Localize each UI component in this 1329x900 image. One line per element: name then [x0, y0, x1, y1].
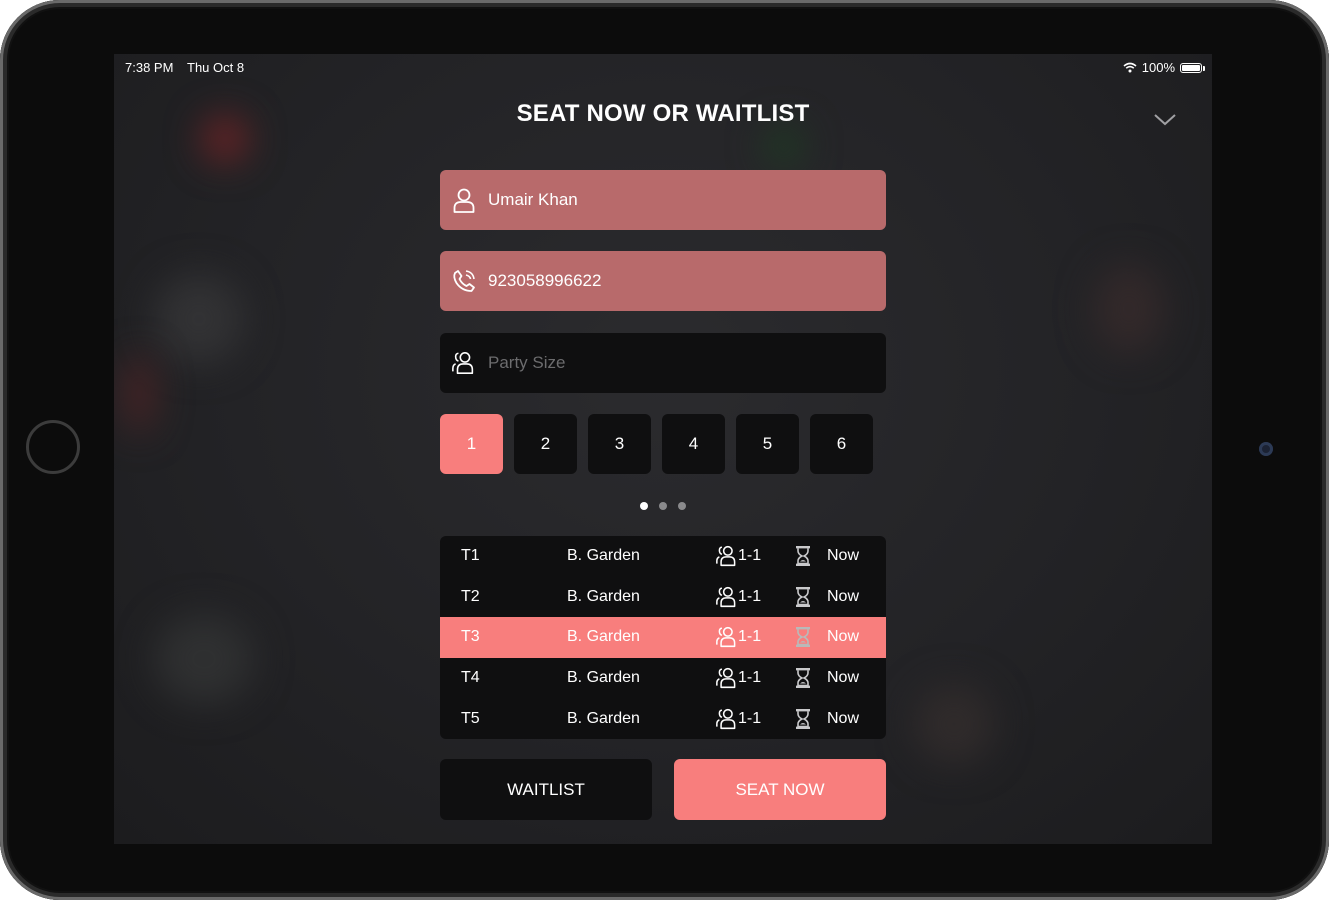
table-wait-time: Now — [827, 587, 860, 605]
page-title: SEAT NOW OR WAITLIST — [516, 100, 810, 127]
background-blur — [764, 126, 804, 166]
camera-icon — [1259, 442, 1273, 456]
page-indicator — [640, 502, 686, 510]
hourglass-icon — [794, 577, 812, 618]
background-blur — [914, 684, 994, 764]
table-party-range: 1-1 — [738, 547, 762, 565]
table-wait-time: Now — [827, 547, 860, 565]
table-id: T2 — [461, 587, 480, 605]
table-id: T5 — [461, 709, 480, 727]
group-icon — [715, 658, 739, 699]
table-party-range: 1-1 — [738, 669, 762, 687]
waitlist-button[interactable]: WAITLIST — [440, 759, 652, 820]
background-blur — [154, 274, 244, 364]
party-size-option-3[interactable]: 3 — [588, 414, 651, 474]
table-id: T4 — [461, 669, 480, 687]
party-size-placeholder: Party Size — [488, 353, 566, 372]
table-row[interactable]: T3 B. Garden 1-1 Now — [440, 617, 886, 658]
phone-field[interactable]: 923058996622 — [440, 251, 886, 311]
home-button[interactable] — [26, 420, 80, 474]
party-size-option-2[interactable]: 2 — [514, 414, 577, 474]
chevron-down-icon[interactable] — [1152, 110, 1178, 128]
table-row[interactable]: T1 B. Garden 1-1 Now — [440, 536, 886, 577]
party-size-option-6[interactable]: 6 — [810, 414, 873, 474]
status-right: 100% — [1123, 60, 1205, 75]
table-wait-time: Now — [827, 709, 860, 727]
table-wait-time: Now — [827, 669, 860, 687]
status-date: Thu Oct 8 — [187, 60, 245, 75]
page-dot[interactable] — [659, 502, 667, 510]
table-list: T1 B. Garden 1-1 Now T2 B. Garden 1-1 Now T3 B. G… — [440, 536, 886, 739]
hourglass-icon — [794, 658, 812, 699]
page-dot[interactable] — [678, 502, 686, 510]
hourglass-icon — [794, 536, 812, 577]
group-icon — [715, 577, 739, 618]
table-section: B. Garden — [567, 628, 640, 646]
table-section: B. Garden — [567, 709, 640, 727]
seat-now-button[interactable]: SEAT NOW — [674, 759, 886, 820]
ipad-frame: 7:38 PM Thu Oct 8 100% SEAT NOW OR WAITL… — [0, 0, 1329, 900]
group-icon — [715, 536, 739, 577]
status-time: 7:38 PM — [125, 60, 174, 75]
background-blur — [124, 354, 154, 434]
table-row[interactable]: T5 B. Garden 1-1 Now — [440, 698, 886, 739]
party-size-option-1[interactable]: 1 — [440, 414, 503, 474]
table-party-range: 1-1 — [738, 709, 762, 727]
group-icon — [715, 698, 739, 739]
table-party-range: 1-1 — [738, 628, 762, 646]
hourglass-icon — [794, 698, 812, 739]
party-size-option-4[interactable]: 4 — [662, 414, 725, 474]
hourglass-icon — [794, 617, 812, 658]
table-party-range: 1-1 — [738, 587, 762, 605]
group-icon — [715, 617, 739, 658]
status-bar: 7:38 PM Thu Oct 8 100% — [125, 60, 1205, 76]
person-icon — [451, 186, 477, 214]
battery-percent: 100% — [1141, 60, 1175, 75]
group-icon — [451, 349, 477, 377]
table-section: B. Garden — [567, 587, 640, 605]
background-blur — [1094, 264, 1164, 354]
name-value: Umair Khan — [488, 190, 578, 209]
party-size-selector: 123456 — [440, 414, 873, 474]
table-wait-time: Now — [827, 628, 860, 646]
party-size-option-5[interactable]: 5 — [736, 414, 799, 474]
party-size-field[interactable]: Party Size — [440, 333, 886, 393]
page-dot[interactable] — [640, 502, 648, 510]
battery-icon — [1180, 62, 1205, 73]
wifi-icon — [1123, 62, 1137, 73]
table-row[interactable]: T2 B. Garden 1-1 Now — [440, 577, 886, 618]
name-field[interactable]: Umair Khan — [440, 170, 886, 230]
table-section: B. Garden — [567, 547, 640, 565]
table-section: B. Garden — [567, 669, 640, 687]
table-id: T1 — [461, 547, 480, 565]
table-id: T3 — [461, 628, 480, 646]
phone-value: 923058996622 — [488, 271, 602, 290]
screen: 7:38 PM Thu Oct 8 100% SEAT NOW OR WAITL… — [114, 54, 1212, 844]
table-row[interactable]: T4 B. Garden 1-1 Now — [440, 658, 886, 699]
phone-icon — [451, 267, 477, 295]
background-blur — [154, 614, 254, 704]
